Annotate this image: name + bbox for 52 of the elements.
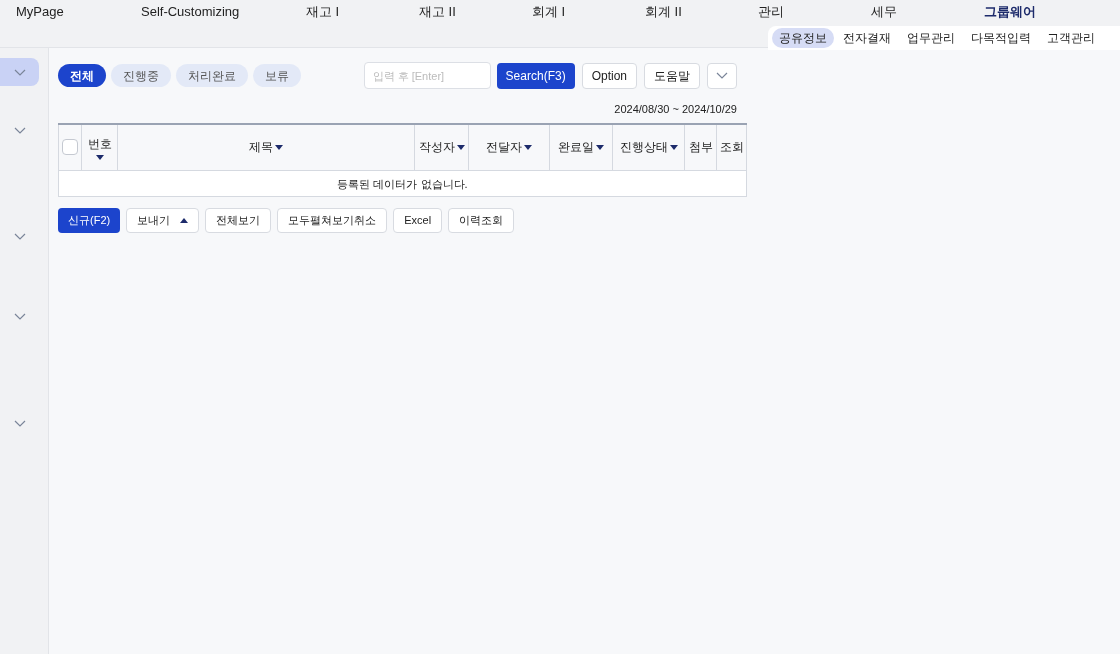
caret-up-icon	[180, 218, 189, 223]
menu-item[interactable]: 회계 I	[532, 2, 645, 22]
option-button[interactable]: Option	[581, 62, 637, 89]
expand-button[interactable]	[707, 62, 737, 89]
submenu-tab[interactable]: 고객관리	[1040, 28, 1102, 48]
chevron-down-icon	[13, 419, 26, 427]
action-button[interactable]: 모두펼쳐보기취소	[277, 208, 388, 233]
action-button[interactable]: Excel	[393, 208, 443, 233]
menu-item[interactable]: 세무	[871, 2, 984, 22]
sort-icon	[669, 144, 678, 150]
menu-item[interactable]: Self-Customizing	[141, 2, 306, 22]
help-button[interactable]: 도움말	[644, 62, 700, 89]
menu-item[interactable]: 재고 II	[419, 2, 532, 22]
filter-tab[interactable]: 진행중	[111, 64, 171, 87]
chevron-down-icon	[13, 312, 26, 320]
action-button[interactable]: 보내기	[126, 208, 200, 233]
chevron-down-icon	[716, 72, 728, 79]
submenu-tab[interactable]: 전자결재	[836, 28, 898, 48]
menu-item[interactable]: 재고 I	[306, 2, 419, 22]
filter-tab[interactable]: 보류	[253, 64, 301, 87]
menu-item[interactable]: MyPage	[16, 2, 141, 22]
column-title: 완료일	[558, 139, 594, 157]
submenu-tab[interactable]: 다목적입력	[964, 28, 1038, 48]
sort-icon	[524, 144, 532, 150]
sort-icon	[275, 144, 283, 150]
action-button[interactable]: 전체보기	[205, 208, 272, 233]
menu-item[interactable]: 관리	[758, 2, 871, 22]
submenu-tab[interactable]: 업무관리	[900, 28, 962, 48]
date-range: 2024/08/30 ~ 2024/10/29	[614, 102, 737, 117]
submenu-tab[interactable]: 공유정보	[772, 28, 834, 48]
sort-icon	[95, 154, 104, 160]
sidebar-toggle[interactable]	[0, 58, 39, 86]
empty-message: 등록된 데이터가 없습니다.	[337, 177, 468, 190]
column-title: 전달자	[486, 139, 522, 157]
column-title: 제목	[249, 139, 273, 157]
select-all-checkbox[interactable]	[62, 139, 78, 156]
filter-tab[interactable]: 처리완료	[176, 64, 248, 87]
action-button[interactable]: 이력조회	[448, 208, 515, 233]
column-title: 번호	[87, 135, 112, 153]
chevron-down-icon	[13, 126, 26, 134]
search-button[interactable]: Search(F3)	[496, 62, 575, 89]
search-field[interactable]: 입력 후 [Enter]	[363, 62, 491, 89]
sort-icon	[456, 144, 465, 150]
column-title: 작성자	[418, 139, 455, 157]
menu-item[interactable]: 회계 II	[645, 2, 758, 22]
menu-item[interactable]: 그룹웨어	[984, 2, 1097, 22]
action-button[interactable]: 신규(F2)	[58, 208, 121, 233]
sort-icon	[596, 144, 604, 150]
column-title: 진행상태	[619, 139, 668, 157]
chevron-down-icon	[13, 68, 26, 76]
chevron-down-icon	[13, 232, 26, 240]
filter-tab[interactable]: 전체	[58, 64, 106, 87]
